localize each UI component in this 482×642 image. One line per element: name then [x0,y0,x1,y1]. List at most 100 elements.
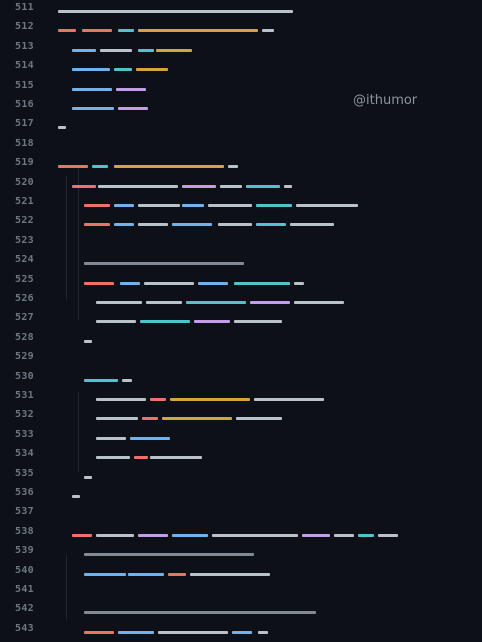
code-token [122,378,132,382]
code-token [134,456,148,460]
code-token [232,630,252,634]
line-number: 538 [15,525,34,537]
code-token [140,320,190,324]
code-token [296,204,358,207]
line-number: 523 [15,234,34,246]
code-token [182,184,216,188]
code-token [228,165,238,169]
code-token [236,417,282,421]
line-number: 529 [15,351,34,363]
code-token [118,29,134,33]
line-number: 536 [15,487,34,498]
code-token [84,262,244,266]
code-token [234,320,282,324]
code-token [294,301,344,304]
line-number: 540 [15,564,34,576]
code-token [212,533,298,537]
code-token [138,204,180,207]
code-token [100,48,132,52]
code-token [358,533,374,537]
code-token [150,456,202,460]
line-number: 518 [15,137,34,149]
code-token [256,223,286,227]
code-token [190,572,270,576]
code-token [84,630,114,634]
code-token [114,204,134,207]
code-token [114,165,224,169]
line-number: 542 [15,603,34,615]
code-token [82,29,112,33]
code-token [142,417,158,421]
line-number: 532 [15,409,34,421]
code-token [334,533,354,537]
line-number: 533 [15,428,34,440]
code-token [84,378,118,382]
code-token [254,398,324,401]
code-editor[interactable]: @ithumor 511 512 513 514 515 516 517 518 519 520 5… [0,0,482,634]
code-token [220,184,242,188]
code-token [138,533,168,537]
code-token [84,611,316,615]
code-token [84,204,110,207]
code-token [72,48,96,52]
code-token [118,630,154,634]
code-token [186,301,246,304]
code-token [96,417,138,421]
line-number: 526 [15,293,34,304]
code-token [138,29,258,33]
code-token [218,223,252,227]
code-token [96,436,126,440]
code-token [84,281,114,285]
code-token [138,223,168,227]
code-token [96,533,134,537]
code-line[interactable]: 543 [0,620,482,642]
code-token [208,204,252,207]
code-token [84,572,126,576]
line-number: 516 [15,99,34,110]
code-token [118,107,148,110]
code-token [284,184,292,188]
code-token [128,572,164,576]
code-token [92,165,108,169]
code-token [182,204,204,207]
code-token [378,533,398,537]
line-number: 534 [15,448,34,460]
code-token [198,281,228,285]
line-number: 519 [15,157,34,169]
code-token [246,184,280,188]
code-token [194,320,230,324]
code-token [172,223,212,227]
code-token [234,281,290,285]
code-token [72,533,92,537]
code-token [96,456,130,460]
code-token [162,417,232,421]
code-token [170,398,250,401]
code-token [114,68,132,72]
code-token [84,223,110,227]
code-token [96,301,142,304]
line-number: 537 [15,506,34,518]
code-token [172,533,208,537]
code-token [290,223,334,227]
line-number: 539 [15,545,34,557]
code-token [96,320,136,324]
code-token [168,572,186,576]
code-token [72,87,112,91]
code-token [256,204,292,207]
code-token [144,281,194,285]
code-token [116,87,146,91]
line-number: 512 [15,21,34,33]
code-token [84,475,92,479]
code-token [72,68,110,72]
line-number: 531 [15,390,34,401]
code-token [120,281,140,285]
code-token [146,301,182,304]
code-token [58,10,293,13]
line-number: 511 [15,2,34,13]
line-number: 515 [15,79,34,91]
line-number: 520 [15,176,34,188]
line-number: 543 [15,622,34,634]
code-token [58,29,76,33]
code-token [138,48,154,52]
code-token [302,533,330,537]
